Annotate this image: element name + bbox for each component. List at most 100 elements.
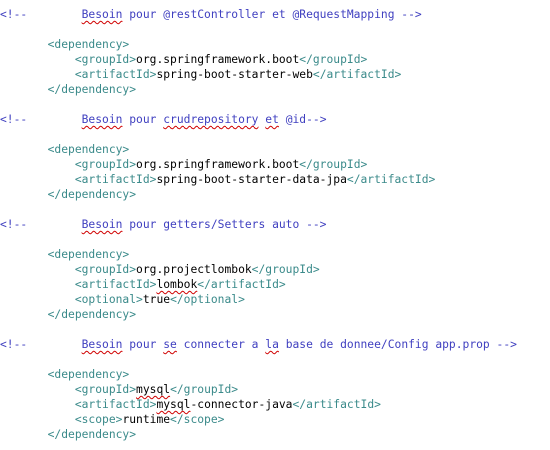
code-line: <groupId>org.springframework.boot</group… (0, 157, 550, 172)
code-text: org.projectlombok (136, 263, 252, 276)
xml-comment: <!-- (0, 218, 82, 231)
xml-tag: </dependency> (47, 188, 137, 201)
xml-comment: @id--> (278, 113, 327, 126)
xml-tag: <dependency> (47, 368, 130, 381)
xml-tag: </artifactId> (197, 278, 286, 291)
xml-comment: <!-- (0, 8, 82, 21)
xml-tag: <dependency> (47, 248, 130, 261)
xml-tag: </optional> (170, 293, 245, 306)
xml-comment: pour (122, 338, 164, 351)
code-line: <dependency> (0, 247, 550, 262)
code-text: mysql (156, 398, 191, 411)
xml-comment: <!-- (0, 338, 82, 351)
code-editor[interactable]: <!-- Besoin pour @restController et @Req… (0, 0, 550, 450)
code-text: spring-boot-starter-web (156, 68, 313, 81)
xml-comment: pour getters/Setters auto --> (122, 218, 327, 231)
xml-tag: </dependency> (47, 308, 137, 321)
xml-tag: <artifactId> (74, 398, 157, 411)
xml-comment: la (265, 338, 279, 351)
code-line: <groupId>mysql</groupId> (0, 382, 550, 397)
code-text: org.springframework.boot (136, 53, 300, 66)
xml-tag: <groupId> (74, 263, 137, 276)
xml-tag: <optional> (74, 293, 143, 306)
xml-tag: <groupId> (74, 383, 137, 396)
xml-tag: </groupId> (170, 383, 239, 396)
xml-tag: </groupId> (251, 263, 320, 276)
xml-tag: <groupId> (74, 158, 137, 171)
xml-tag: <artifactId> (74, 173, 157, 186)
xml-tag: </artifactId> (346, 173, 436, 186)
xml-tag: </artifactId> (292, 398, 381, 411)
xml-comment: connecter a (176, 338, 266, 351)
code-line: <artifactId>spring-boot-starter-web</art… (0, 67, 550, 82)
code-line: </dependency> (0, 187, 550, 202)
code-line: <dependency> (0, 37, 550, 52)
code-text: spring-boot-starter-data-jpa (156, 173, 347, 186)
xml-comment: Besoin (81, 218, 123, 231)
xml-comment: crudrepository (163, 113, 259, 126)
xml-comment: pour @restController et @RequestMapping … (122, 8, 422, 21)
xml-comment: Besoin (81, 8, 123, 21)
code-line: <groupId>org.projectlombok</groupId> (0, 262, 550, 277)
code-line: <!-- Besoin pour getters/Setters auto --… (0, 217, 550, 232)
xml-tag: <groupId> (74, 53, 137, 66)
xml-comment: se (163, 338, 177, 351)
code-line: <dependency> (0, 142, 550, 157)
xml-comment: et (265, 113, 279, 126)
code-line: <scope>runtime</scope> (0, 412, 550, 427)
xml-comment: base de donnee/Config app.prop --> (278, 338, 517, 351)
code-line: <optional>true</optional> (0, 292, 550, 307)
xml-tag: </scope> (170, 413, 225, 426)
code-text: runtime (122, 413, 171, 426)
xml-tag: <dependency> (47, 143, 130, 156)
xml-tag: </groupId> (299, 53, 368, 66)
xml-tag: </artifactId> (312, 68, 402, 81)
code-line: <groupId>org.springframework.boot</group… (0, 52, 550, 67)
code-line: <dependency> (0, 367, 550, 382)
xml-comment: <!-- (0, 113, 82, 126)
xml-tag: <dependency> (47, 38, 130, 51)
code-line: <artifactId>lombok</artifactId> (0, 277, 550, 292)
code-line: <artifactId>spring-boot-starter-data-jpa… (0, 172, 550, 187)
code-line: <!-- Besoin pour @restController et @Req… (0, 7, 550, 22)
xml-tag: </dependency> (47, 428, 137, 441)
code-line: </dependency> (0, 307, 550, 322)
code-line: </dependency> (0, 82, 550, 97)
code-text: org.springframework.boot (136, 158, 300, 171)
xml-comment: pour (122, 113, 164, 126)
xml-comment: Besoin (81, 113, 123, 126)
code-text: lombok (156, 278, 198, 291)
code-text: mysql (136, 383, 171, 396)
xml-tag: </dependency> (47, 83, 137, 96)
code-line: </dependency> (0, 427, 550, 442)
xml-tag: <scope> (74, 413, 123, 426)
xml-comment: Besoin (81, 338, 123, 351)
code-text: -connector-java (190, 398, 293, 411)
code-text: true (142, 293, 171, 306)
xml-tag: <artifactId> (74, 278, 157, 291)
code-line: <!-- Besoin pour se connecter a la base … (0, 337, 550, 352)
